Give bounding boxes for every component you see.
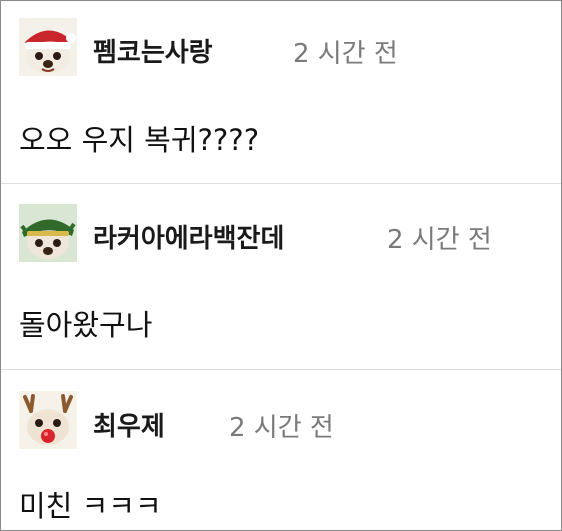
comment-text: 오오 우지 복귀???? — [19, 123, 260, 157]
elf-hat-bear-avatar-icon[interactable] — [19, 204, 77, 262]
comment-timestamp: 2 시간 전 — [293, 39, 398, 69]
santa-hat-bear-avatar-icon[interactable] — [19, 18, 77, 76]
comment-item: 라커아에라백잔데 2 시간 전 돌아왔구나 — [1, 184, 561, 369]
comment-author[interactable]: 펨코는사랑 — [93, 32, 213, 69]
comment-timestamp: 2 시간 전 — [387, 225, 492, 255]
comment-item: 최우제 2 시간 전 미친 ㅋㅋㅋ — [1, 370, 561, 530]
reindeer-bear-avatar-icon[interactable] — [19, 391, 77, 449]
comment-text: 미친 ㅋㅋㅋ — [19, 489, 162, 523]
comment-timestamp: 2 시간 전 — [229, 413, 334, 443]
comment-list: 펨코는사랑 2 시간 전 오오 우지 복귀???? 라커아에라백잔데 2 시간 … — [0, 0, 562, 531]
comment-item: 펨코는사랑 2 시간 전 오오 우지 복귀???? — [1, 1, 561, 183]
comment-author[interactable]: 최우제 — [93, 406, 165, 443]
comment-text: 돌아왔구나 — [19, 308, 153, 342]
comment-author[interactable]: 라커아에라백잔데 — [93, 218, 284, 255]
